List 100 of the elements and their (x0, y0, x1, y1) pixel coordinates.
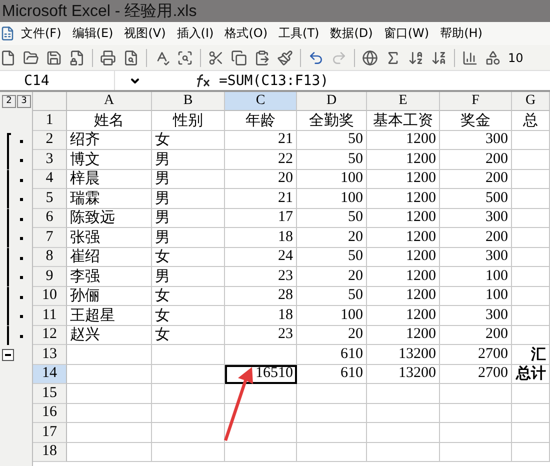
row-header[interactable]: 5 (33, 189, 67, 208)
table-cell[interactable] (297, 423, 367, 442)
cut-icon[interactable] (208, 50, 224, 66)
table-cell[interactable]: 50 (297, 208, 367, 228)
table-cell[interactable]: 男 (152, 208, 225, 228)
table-cell[interactable]: 500 (440, 189, 512, 208)
table-cell[interactable]: 陈致远 (67, 208, 152, 228)
table-cell[interactable]: 100 (297, 189, 367, 208)
row-header[interactable]: 12 (33, 326, 67, 345)
table-cell[interactable]: 男 (152, 150, 225, 170)
table-cell[interactable] (440, 384, 512, 404)
table-cell[interactable]: 1200 (367, 306, 440, 326)
table-cell[interactable] (512, 306, 550, 326)
table-cell[interactable] (440, 423, 512, 442)
table-cell[interactable] (512, 130, 550, 150)
table-cell[interactable]: 男 (152, 228, 225, 248)
open-folder-icon[interactable] (23, 50, 39, 66)
table-cell[interactable]: 300 (440, 208, 512, 228)
table-cell[interactable] (512, 404, 550, 423)
table-cell[interactable]: 男 (152, 267, 225, 286)
column-header[interactable]: C (225, 92, 297, 111)
globe-icon[interactable] (362, 50, 378, 66)
table-cell[interactable]: 赵兴 (67, 326, 152, 345)
table-cell[interactable]: 23 (225, 267, 297, 286)
row-header[interactable]: 17 (33, 423, 67, 442)
zoom-field[interactable]: 10 (508, 50, 524, 64)
table-cell[interactable]: 21 (225, 189, 297, 208)
table-cell[interactable]: 年龄 (225, 111, 297, 130)
menu-item[interactable]: 插入(I) (170, 25, 219, 42)
table-cell[interactable]: 50 (297, 248, 367, 267)
menu-item[interactable]: 编辑(E) (66, 25, 118, 42)
active-cell[interactable]: 16510 (225, 364, 297, 384)
new-file-icon[interactable] (0, 50, 16, 66)
format-painter-icon[interactable] (277, 50, 293, 66)
table-cell[interactable] (152, 345, 225, 364)
table-cell[interactable]: 女 (152, 326, 225, 345)
table-cell[interactable]: 50 (297, 130, 367, 150)
table-cell[interactable] (367, 404, 440, 423)
table-cell[interactable]: 18 (225, 306, 297, 326)
table-cell[interactable]: 汇 (512, 345, 550, 364)
menu-item[interactable]: 窗口(W) (378, 25, 434, 42)
formula-text[interactable]: =SUM(C13:F13) (211, 72, 329, 88)
row-header[interactable]: 4 (33, 170, 67, 189)
table-cell[interactable] (512, 189, 550, 208)
table-cell[interactable]: 1200 (367, 208, 440, 228)
table-cell[interactable]: 1200 (367, 286, 440, 306)
bar-chart-icon[interactable] (462, 50, 478, 66)
table-cell[interactable] (512, 150, 550, 170)
table-cell[interactable]: 女 (152, 248, 225, 267)
sort-ascending-icon[interactable] (408, 50, 424, 66)
table-cell[interactable]: 23 (225, 326, 297, 345)
table-cell[interactable]: 24 (225, 248, 297, 267)
table-cell[interactable]: 绍齐 (67, 130, 152, 150)
table-cell[interactable] (512, 267, 550, 286)
row-header[interactable]: 2 (33, 130, 67, 150)
print-preview-icon[interactable] (123, 50, 139, 66)
row-header[interactable]: 9 (33, 267, 67, 286)
table-cell[interactable]: 50 (297, 150, 367, 170)
outline-level-button[interactable]: 3 (17, 95, 31, 108)
table-cell[interactable] (512, 228, 550, 248)
table-cell[interactable]: 姓名 (67, 111, 152, 130)
table-cell[interactable]: 22 (225, 150, 297, 170)
row-header[interactable]: 6 (33, 208, 67, 228)
redo-icon[interactable] (331, 50, 347, 66)
table-cell[interactable]: 21 (225, 130, 297, 150)
table-cell[interactable]: 610 (297, 345, 367, 364)
table-cell[interactable] (367, 442, 440, 462)
table-cell[interactable]: 100 (440, 267, 512, 286)
table-cell[interactable] (297, 404, 367, 423)
table-cell[interactable] (152, 384, 225, 404)
outline-level-button[interactable]: 2 (2, 95, 16, 108)
locked-file-icon[interactable] (69, 50, 85, 66)
table-cell[interactable]: 100 (297, 306, 367, 326)
table-cell[interactable]: 1200 (367, 130, 440, 150)
table-cell[interactable]: 13200 (367, 364, 440, 384)
table-cell[interactable] (367, 423, 440, 442)
row-header[interactable]: 16 (33, 404, 67, 423)
table-cell[interactable] (225, 345, 297, 364)
table-cell[interactable]: 孙俪 (67, 286, 152, 306)
table-cell[interactable]: 李强 (67, 267, 152, 286)
table-cell[interactable]: 王超星 (67, 306, 152, 326)
table-cell[interactable] (367, 384, 440, 404)
table-cell[interactable]: 300 (440, 306, 512, 326)
table-cell[interactable]: 20 (297, 267, 367, 286)
row-header[interactable]: 18 (33, 442, 67, 462)
table-cell[interactable]: 女 (152, 286, 225, 306)
table-cell[interactable]: 梓晨 (67, 170, 152, 189)
table-cell[interactable]: 女 (152, 306, 225, 326)
table-cell[interactable] (512, 286, 550, 306)
row-header[interactable]: 15 (33, 384, 67, 404)
table-cell[interactable]: 男 (152, 189, 225, 208)
table-cell[interactable]: 20 (297, 228, 367, 248)
column-header[interactable]: B (152, 92, 225, 111)
table-cell[interactable] (67, 345, 152, 364)
save-icon[interactable] (46, 50, 62, 66)
table-cell[interactable]: 17 (225, 208, 297, 228)
row-header[interactable]: 1 (33, 111, 67, 130)
table-cell[interactable]: 1200 (367, 267, 440, 286)
copy-icon[interactable] (231, 50, 247, 66)
table-cell[interactable]: 2700 (440, 364, 512, 384)
